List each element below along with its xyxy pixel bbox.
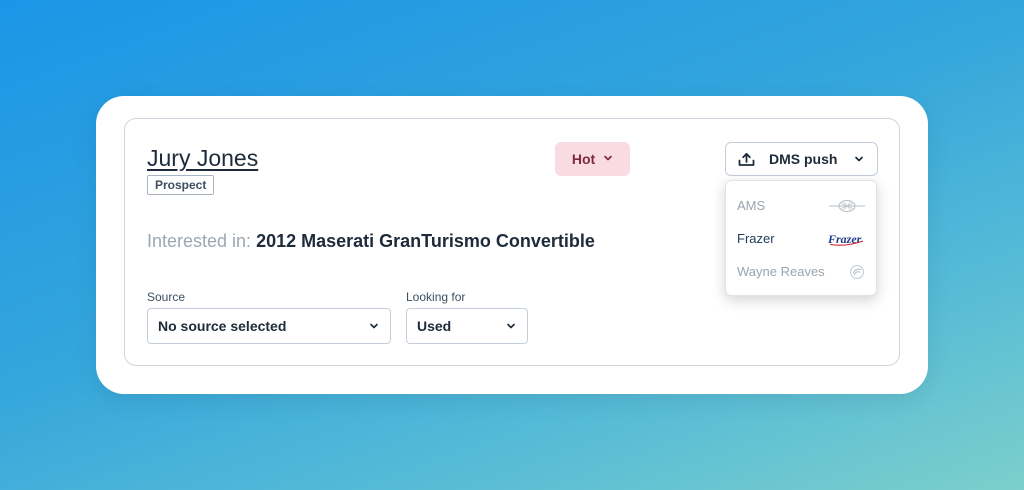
dms-option-label: Wayne Reaves — [737, 264, 825, 279]
dms-push-label: DMS push — [769, 151, 838, 167]
frazer-logo-icon: Frazer — [827, 231, 865, 247]
contact-name-link[interactable]: Jury Jones — [147, 145, 258, 172]
vehicle-name: 2012 Maserati GranTurismo Convertible — [256, 231, 595, 251]
dms-push-button[interactable]: DMS push — [725, 142, 878, 176]
chevron-down-icon — [603, 153, 613, 166]
temperature-label: Hot — [571, 151, 596, 167]
wayne-reaves-logo-icon — [849, 264, 865, 280]
looking-for-select[interactable]: Used — [406, 308, 528, 344]
status-tag: Prospect — [147, 175, 215, 195]
chevron-down-icon — [368, 320, 380, 332]
chevron-down-icon — [505, 320, 517, 332]
upload-icon — [738, 152, 755, 167]
dms-option-label: AMS — [737, 198, 766, 213]
svg-text:Frazer: Frazer — [827, 232, 862, 246]
dms-option-ams[interactable]: AMS — [726, 189, 876, 222]
interested-in-label: Interested in: — [147, 231, 252, 251]
source-label: Source — [147, 290, 186, 304]
looking-for-value: Used — [417, 318, 452, 334]
dms-option-frazer[interactable]: Frazer Frazer — [726, 222, 876, 255]
looking-for-label: Looking for — [406, 290, 466, 304]
ams-logo-icon — [829, 199, 865, 213]
source-value: No source selected — [158, 318, 287, 334]
dms-push-menu: AMS Frazer Frazer Wayne Reaves — [725, 180, 877, 296]
dms-option-wayne-reaves[interactable]: Wayne Reaves — [726, 255, 876, 288]
interested-in: Interested in: 2012 Maserati GranTurismo… — [147, 231, 595, 252]
source-select[interactable]: No source selected — [147, 308, 391, 344]
dms-option-label: Frazer — [737, 231, 775, 246]
temperature-dropdown[interactable]: Hot — [555, 142, 630, 176]
chevron-down-icon — [853, 153, 865, 165]
